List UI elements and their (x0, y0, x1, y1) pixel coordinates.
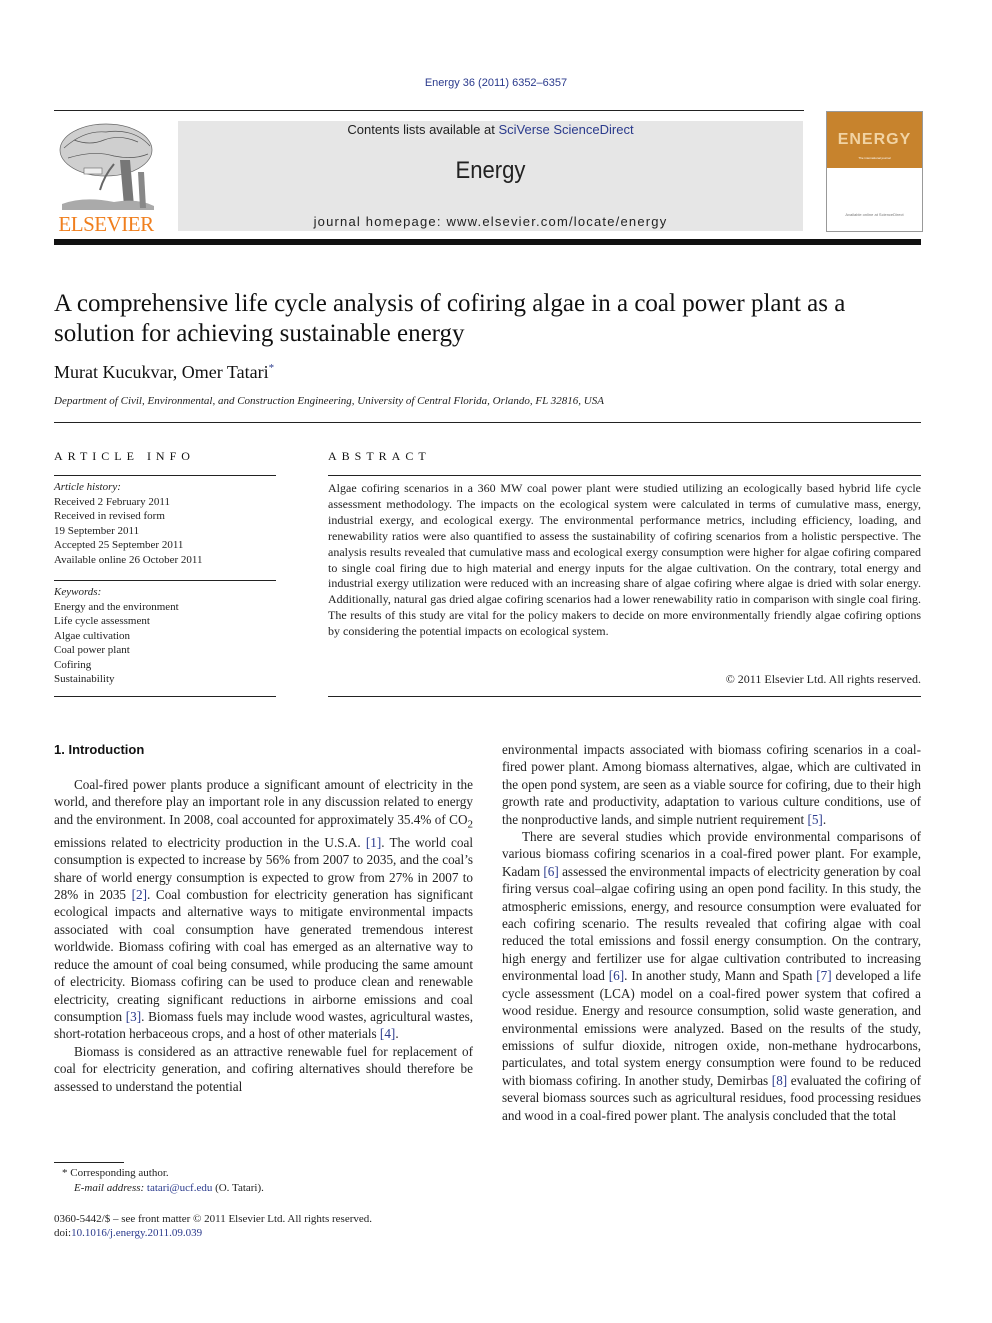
abstract-heading: ABSTRACT (328, 449, 431, 463)
contents-prefix: Contents lists available at (347, 122, 499, 137)
citation-link[interactable]: [2] (132, 887, 147, 902)
text: developed a life cycle assessment (LCA) … (502, 968, 921, 1088)
corresponding-author-mark[interactable]: * (269, 362, 275, 374)
doi-line: doi:10.1016/j.energy.2011.09.039 (54, 1226, 202, 1241)
text: . (822, 811, 827, 827)
body-column-left: Coal-fired power plants produce a signif… (54, 776, 473, 1095)
paragraph: Coal-fired power plants produce a signif… (54, 776, 473, 1043)
email-link[interactable]: tatari@ucf.edu (147, 1182, 212, 1194)
affiliation: Department of Civil, Environmental, and … (54, 395, 604, 407)
email-label: E-mail address: (74, 1182, 145, 1194)
history-item: Available online 26 October 2011 (54, 553, 203, 566)
subscript: 2 (467, 818, 474, 831)
keyword-item: Life cycle assessment (54, 615, 150, 627)
citation-link[interactable]: [1] (366, 835, 381, 850)
citation-link[interactable]: [6] (609, 968, 624, 983)
abstract-rule-top (328, 475, 921, 476)
header-top-rule (54, 110, 804, 111)
cover-subtitle: The international journal (858, 156, 891, 160)
abstract-rule-bottom (328, 696, 921, 697)
article-info-rule-mid (54, 580, 276, 581)
keywords-label: Keywords: (54, 586, 102, 598)
corresponding-author-note: * Corresponding author. (62, 1167, 169, 1179)
keyword-item: Coal power plant (54, 644, 130, 656)
email-suffix: (O. Tatari). (212, 1182, 264, 1194)
paragraph: There are several studies which provide … (502, 828, 921, 1124)
history-item: 19 September 2011 (54, 524, 140, 537)
journal-cover-thumbnail: ENERGY The international journal Availab… (826, 111, 923, 232)
history-item: Accepted 25 September 2011 (54, 539, 184, 551)
history-label: Article history: (54, 481, 121, 493)
journal-name: Energy (455, 157, 526, 184)
keyword-item: Algae cultivation (54, 629, 131, 642)
section-heading-introduction: 1. Introduction (54, 742, 145, 757)
abstract-copyright: © 2011 Elsevier Ltd. All rights reserved… (725, 672, 921, 686)
authors: Murat Kucukvar, Omer Tatari (54, 362, 269, 382)
article-info-rule-top (54, 475, 276, 476)
keywords: Keywords: Energy and the environment Lif… (54, 585, 276, 687)
article-title: A comprehensive life cycle analysis of c… (54, 290, 846, 347)
citation-link[interactable]: [7] (816, 968, 831, 983)
header-thick-rule (54, 239, 921, 245)
doi-link[interactable]: 10.1016/j.energy.2011.09.039 (71, 1227, 202, 1239)
article-info-heading: ARTICLE INFO (54, 449, 195, 463)
email-note: E-mail address: tatari@ucf.edu (O. Tatar… (74, 1181, 264, 1196)
text: Coal-fired power plants produce a signif… (54, 777, 473, 827)
keyword-item: Energy and the environment (54, 600, 179, 613)
text: . In another study, Mann and Spath (624, 968, 817, 984)
paragraph: environmental impacts associated with bi… (502, 741, 921, 828)
author-list: Murat Kucukvar, Omer Tatari* (54, 362, 274, 383)
article-info-rule-bottom (54, 696, 276, 697)
journal-header-banner: Contents lists available at SciVerse Sci… (178, 121, 803, 231)
citation-link[interactable]: [4] (380, 1026, 395, 1041)
history-item: Received in revised form (54, 510, 165, 522)
abstract-text: Algae cofiring scenarios in a 360 MW coa… (328, 481, 921, 639)
text: environmental impacts associated with bi… (502, 742, 921, 827)
doi-prefix: doi: (54, 1227, 72, 1239)
text: emissions related to electricity product… (54, 834, 366, 850)
citation-link[interactable]: [6] (543, 864, 558, 879)
cover-title: ENERGY (837, 131, 912, 148)
text: . Coal combustion for electricity genera… (54, 887, 473, 1024)
citation-link[interactable]: [3] (126, 1009, 141, 1024)
text: assessed the environmental impacts of el… (502, 863, 921, 984)
history-item: Received 2 February 2011 (54, 495, 170, 508)
contents-line: Contents lists available at SciVerse Sci… (178, 122, 803, 137)
journal-homepage[interactable]: journal homepage: www.elsevier.com/locat… (178, 214, 803, 229)
text: . (395, 1026, 399, 1042)
sciencedirect-link[interactable]: SciVerse ScienceDirect (498, 122, 633, 137)
citation-link[interactable]: [8] (772, 1073, 787, 1088)
article-history: Article history: Received 2 February 201… (54, 480, 276, 567)
journal-citation-link[interactable]: Energy 36 (2011) 6352–6357 (0, 77, 992, 89)
footnote-rule (54, 1162, 124, 1163)
paragraph: Biomass is considered as an attractive r… (54, 1043, 473, 1094)
elsevier-wordmark: ELSEVIER (58, 212, 154, 236)
issn-line: 0360-5442/$ – see front matter © 2011 El… (54, 1213, 373, 1225)
citation-link[interactable]: [5] (807, 812, 822, 827)
keyword-item: Cofiring (54, 658, 92, 671)
body-column-right: environmental impacts associated with bi… (502, 741, 921, 1124)
cover-footer: Available online at ScienceDirect (845, 212, 904, 217)
keyword-item: Sustainability (54, 673, 115, 685)
title-divider (54, 422, 921, 423)
